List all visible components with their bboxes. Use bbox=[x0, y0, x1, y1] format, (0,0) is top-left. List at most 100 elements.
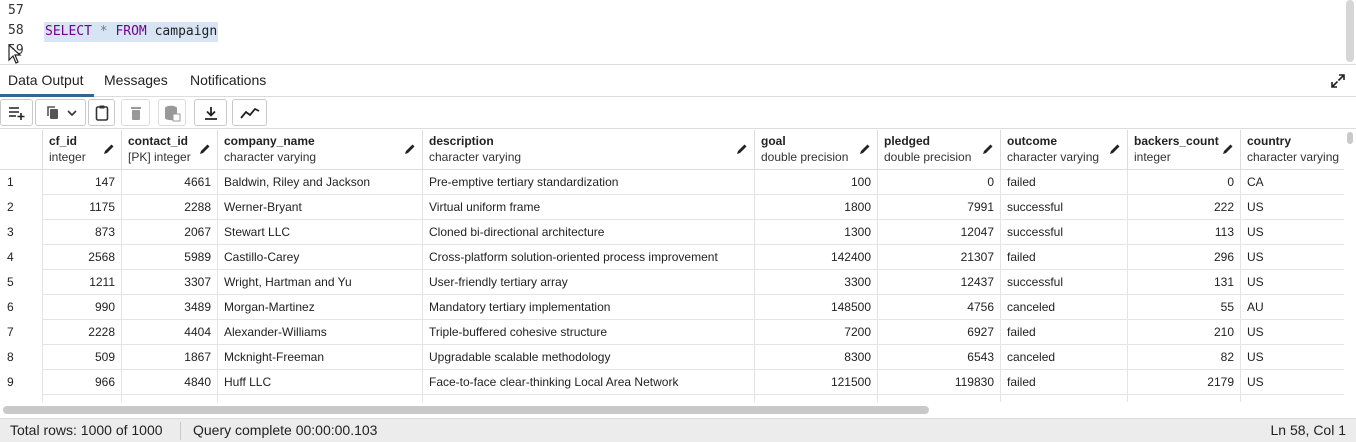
pledged-cell[interactable]: 0 bbox=[878, 170, 1001, 195]
goal-cell[interactable]: 100 bbox=[755, 170, 878, 195]
company-name-cell[interactable]: Baldwin, Riley and Jackson bbox=[218, 170, 423, 195]
description-cell[interactable]: User-friendly tertiary array bbox=[423, 270, 755, 295]
description-cell[interactable]: Face-to-face clear-thinking Local Area N… bbox=[423, 370, 755, 395]
tab-notifications[interactable]: Notifications bbox=[182, 65, 274, 97]
grid-vertical-scrollbar[interactable] bbox=[1346, 130, 1354, 402]
cf-id-cell[interactable]: 873 bbox=[43, 220, 122, 245]
table-row[interactable] bbox=[0, 395, 1344, 402]
pledged-cell[interactable]: 12047 bbox=[878, 220, 1001, 245]
description-cell[interactable]: Pre-emptive tertiary standardization bbox=[423, 170, 755, 195]
pencil-icon[interactable] bbox=[1109, 143, 1121, 155]
expand-icon[interactable] bbox=[1330, 73, 1346, 89]
backers-count-cell[interactable]: 210 bbox=[1128, 320, 1241, 345]
description-cell[interactable]: Cross-platform solution-oriented process… bbox=[423, 245, 755, 270]
contact-id-cell[interactable]: 3489 bbox=[122, 295, 218, 320]
outcome-cell[interactable]: failed bbox=[1001, 170, 1128, 195]
cf-id-cell[interactable]: 990 bbox=[43, 295, 122, 320]
column-header-contact-id[interactable]: contact_id [PK] integer bbox=[122, 130, 218, 170]
column-header-pledged[interactable]: pledged double precision bbox=[878, 130, 1001, 170]
empty-cell[interactable] bbox=[43, 395, 122, 402]
cf-id-cell[interactable]: 1175 bbox=[43, 195, 122, 220]
country-cell[interactable]: CA bbox=[1241, 170, 1344, 195]
country-cell[interactable]: US bbox=[1241, 370, 1344, 395]
cf-id-cell[interactable]: 147 bbox=[43, 170, 122, 195]
contact-id-cell[interactable]: 2067 bbox=[122, 220, 218, 245]
pledged-cell[interactable]: 6927 bbox=[878, 320, 1001, 345]
goal-cell[interactable]: 121500 bbox=[755, 370, 878, 395]
table-row[interactable]: 4 2568 5989 Castillo-Carey Cross-platform so… bbox=[0, 245, 1344, 270]
contact-id-cell[interactable]: 5989 bbox=[122, 245, 218, 270]
pencil-icon[interactable] bbox=[736, 143, 748, 155]
company-name-cell[interactable]: Mcknight-Freeman bbox=[218, 345, 423, 370]
country-cell[interactable]: US bbox=[1241, 220, 1344, 245]
backers-count-cell[interactable]: 82 bbox=[1128, 345, 1241, 370]
column-header-description[interactable]: description character varying bbox=[423, 130, 755, 170]
pledged-cell[interactable]: 7991 bbox=[878, 195, 1001, 220]
country-cell[interactable]: US bbox=[1241, 245, 1344, 270]
table-row[interactable]: 8 509 1867 Mcknight-Freeman Upgradable scala… bbox=[0, 345, 1344, 370]
contact-id-cell[interactable]: 3307 bbox=[122, 270, 218, 295]
column-header-cf-id[interactable]: cf_id integer bbox=[43, 130, 122, 170]
table-row[interactable]: 5 1211 3307 Wright, Hartman and Yu User-frie… bbox=[0, 270, 1344, 295]
goal-cell[interactable]: 7200 bbox=[755, 320, 878, 345]
query-editor[interactable]: 57 58 59 SELECT * FROM campaign bbox=[0, 0, 1356, 64]
outcome-cell[interactable]: successful bbox=[1001, 195, 1128, 220]
grid-horizontal-scrollbar[interactable] bbox=[0, 403, 1344, 415]
cf-id-cell[interactable]: 1211 bbox=[43, 270, 122, 295]
contact-id-cell[interactable]: 4840 bbox=[122, 370, 218, 395]
table-row[interactable]: 1 147 4661 Baldwin, Riley and Jackson Pre-em… bbox=[0, 170, 1344, 195]
empty-cell[interactable] bbox=[1128, 395, 1241, 402]
cf-id-cell[interactable]: 509 bbox=[43, 345, 122, 370]
table-row[interactable]: 6 990 3489 Morgan-Martinez Mandatory tertiar… bbox=[0, 295, 1344, 320]
pledged-cell[interactable]: 21307 bbox=[878, 245, 1001, 270]
goal-cell[interactable]: 3300 bbox=[755, 270, 878, 295]
backers-count-cell[interactable]: 222 bbox=[1128, 195, 1241, 220]
cf-id-cell[interactable]: 966 bbox=[43, 370, 122, 395]
pencil-icon[interactable] bbox=[404, 143, 416, 155]
empty-cell[interactable] bbox=[755, 395, 878, 402]
goal-cell[interactable]: 142400 bbox=[755, 245, 878, 270]
empty-cell[interactable] bbox=[1001, 395, 1128, 402]
backers-count-cell[interactable]: 2179 bbox=[1128, 370, 1241, 395]
backers-count-cell[interactable]: 0 bbox=[1128, 170, 1241, 195]
empty-cell[interactable] bbox=[1241, 395, 1344, 402]
scrollbar-thumb[interactable] bbox=[3, 406, 929, 414]
scrollbar-thumb[interactable] bbox=[1347, 132, 1353, 144]
company-name-cell[interactable]: Castillo-Carey bbox=[218, 245, 423, 270]
company-name-cell[interactable]: Stewart LLC bbox=[218, 220, 423, 245]
column-header-country[interactable]: country character varying bbox=[1241, 130, 1344, 170]
description-cell[interactable]: Cloned bi-directional architecture bbox=[423, 220, 755, 245]
pledged-cell[interactable]: 4756 bbox=[878, 295, 1001, 320]
contact-id-cell[interactable]: 2288 bbox=[122, 195, 218, 220]
backers-count-cell[interactable]: 296 bbox=[1128, 245, 1241, 270]
country-cell[interactable]: US bbox=[1241, 320, 1344, 345]
paste-button[interactable] bbox=[88, 99, 115, 126]
pencil-icon[interactable] bbox=[199, 143, 211, 155]
empty-cell[interactable] bbox=[0, 395, 43, 402]
country-cell[interactable]: US bbox=[1241, 345, 1344, 370]
company-name-cell[interactable]: Morgan-Martinez bbox=[218, 295, 423, 320]
column-header-outcome[interactable]: outcome character varying bbox=[1001, 130, 1128, 170]
country-cell[interactable]: US bbox=[1241, 195, 1344, 220]
tab-messages[interactable]: Messages bbox=[96, 65, 176, 97]
column-header-backers-count[interactable]: backers_count integer bbox=[1128, 130, 1241, 170]
copy-button[interactable] bbox=[35, 99, 86, 126]
pencil-icon[interactable] bbox=[103, 143, 115, 155]
outcome-cell[interactable]: successful bbox=[1001, 220, 1128, 245]
editor-scrollbar[interactable] bbox=[1346, 0, 1354, 62]
outcome-cell[interactable]: canceled bbox=[1001, 295, 1128, 320]
description-cell[interactable]: Mandatory tertiary implementation bbox=[423, 295, 755, 320]
empty-cell[interactable] bbox=[878, 395, 1001, 402]
empty-cell[interactable] bbox=[218, 395, 423, 402]
add-row-button[interactable] bbox=[0, 99, 33, 126]
outcome-cell[interactable]: failed bbox=[1001, 245, 1128, 270]
table-row[interactable]: 9 966 4840 Huff LLC Face-to-face clear-think… bbox=[0, 370, 1344, 395]
goal-cell[interactable]: 148500 bbox=[755, 295, 878, 320]
country-cell[interactable]: AU bbox=[1241, 295, 1344, 320]
contact-id-cell[interactable]: 4661 bbox=[122, 170, 218, 195]
save-data-button[interactable] bbox=[158, 99, 186, 126]
cf-id-cell[interactable]: 2568 bbox=[43, 245, 122, 270]
empty-cell[interactable] bbox=[423, 395, 755, 402]
description-cell[interactable]: Upgradable scalable methodology bbox=[423, 345, 755, 370]
description-cell[interactable]: Virtual uniform frame bbox=[423, 195, 755, 220]
